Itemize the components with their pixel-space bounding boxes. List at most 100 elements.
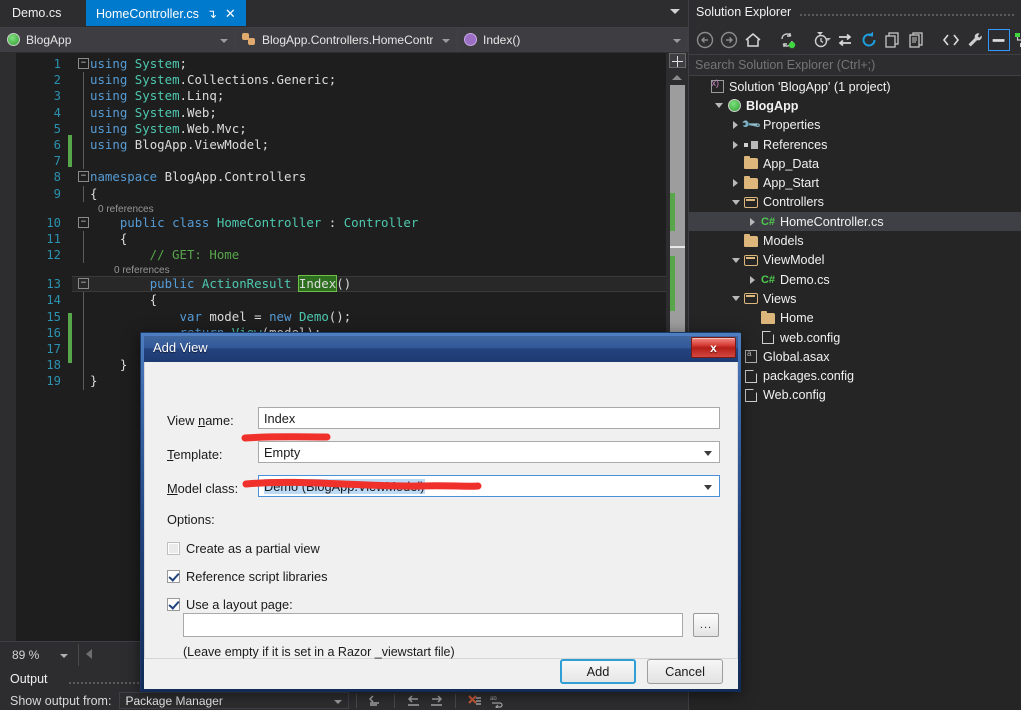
- sync-with-active-document-icon[interactable]: [776, 29, 798, 51]
- scroll-up-icon[interactable]: [672, 75, 682, 80]
- code-line[interactable]: 12 // GET: Home: [0, 247, 688, 264]
- code-line[interactable]: 11 {: [0, 230, 688, 248]
- tree-item-label: Home: [780, 311, 814, 326]
- search-input[interactable]: [695, 58, 995, 72]
- browse-layout-page-button[interactable]: ...: [693, 613, 719, 637]
- solution-explorer-search[interactable]: [689, 54, 1021, 76]
- tree-item-properties[interactable]: 🔧 Properties: [689, 114, 1021, 136]
- collapse-toggle[interactable]: [729, 296, 742, 302]
- code-line[interactable]: 7: [0, 153, 688, 170]
- switch-views-icon[interactable]: [834, 29, 856, 51]
- close-icon[interactable]: x: [691, 337, 736, 358]
- tree-item-viewmodel[interactable]: ViewModel: [689, 251, 1021, 270]
- collapse-toggle[interactable]: [712, 103, 725, 109]
- collapse-all-icon[interactable]: [882, 29, 904, 51]
- close-tab-icon[interactable]: ✕: [225, 7, 236, 20]
- collapse-toggle[interactable]: [729, 257, 742, 263]
- expand-toggle[interactable]: [729, 179, 742, 188]
- expand-toggle[interactable]: [729, 140, 742, 149]
- tab-demo-cs[interactable]: Demo.cs: [2, 0, 72, 26]
- tree-item-icon-slot: 🔧: [740, 114, 762, 136]
- tree-item-icon-slot: [742, 196, 760, 208]
- expand-toggle[interactable]: [746, 275, 759, 284]
- chevron-right-icon: [733, 179, 738, 188]
- view-code-icon[interactable]: [940, 29, 962, 51]
- code-text: namespace BlogApp.Controllers: [90, 169, 307, 185]
- tree-item-icon-slot: [725, 99, 743, 113]
- project-dropdown[interactable]: BlogApp: [0, 27, 235, 52]
- layout-page-input[interactable]: [183, 613, 683, 637]
- tree-item-home[interactable]: Home: [689, 309, 1021, 328]
- toggle-word-wrap-icon[interactable]: ab: [489, 693, 506, 710]
- tree-item-models[interactable]: Models: [689, 231, 1021, 250]
- chevron-down-icon: [220, 39, 228, 43]
- member-dropdown[interactable]: Index(): [457, 27, 688, 52]
- tree-item-blogapp[interactable]: BlogApp: [689, 96, 1021, 115]
- code-line[interactable]: 6 using BlogApp.ViewModel;: [0, 136, 688, 154]
- fold-toggle-icon[interactable]: −: [78, 278, 89, 290]
- zoom-level-dropdown[interactable]: 89 %: [8, 645, 74, 665]
- code-text: using System.Web;: [90, 104, 217, 120]
- code-line[interactable]: 9{: [0, 185, 688, 202]
- cancel-button[interactable]: Cancel: [647, 659, 723, 684]
- template-dropdown[interactable]: Empty: [258, 441, 720, 463]
- fold-toggle-icon[interactable]: −: [78, 216, 89, 228]
- line-number: 19: [46, 374, 61, 389]
- code-line[interactable]: 1 − using System;: [0, 56, 688, 72]
- pin-tab-icon[interactable]: ↴: [207, 8, 217, 20]
- code-text: {: [90, 292, 158, 308]
- preview-selected-items-icon[interactable]: [988, 29, 1010, 51]
- code-line[interactable]: 3 using System.Linq;: [0, 88, 688, 105]
- type-dropdown[interactable]: BlogApp.Controllers.HomeContr: [235, 27, 457, 52]
- code-line[interactable]: 4 using System.Web;: [0, 104, 688, 121]
- model-class-dropdown[interactable]: Demo (BlogApp.ViewModel): [258, 475, 720, 497]
- code-line[interactable]: 14 {: [0, 292, 688, 309]
- checkbox-box: [167, 542, 180, 555]
- reference-script-libraries-checkbox[interactable]: Reference script libraries: [167, 569, 328, 584]
- code-line[interactable]: 5 using System.Web.Mvc;: [0, 120, 688, 137]
- home-icon[interactable]: [742, 29, 764, 51]
- code-line[interactable]: 10 − public class HomeController : Contro…: [0, 215, 688, 231]
- output-source-dropdown[interactable]: Package Manager: [119, 692, 350, 709]
- go-to-previous-message-icon[interactable]: [405, 693, 422, 708]
- back-icon[interactable]: [694, 29, 716, 51]
- solution-hierarchy-icon[interactable]: [1012, 29, 1021, 51]
- clear-all-icon[interactable]: [367, 693, 384, 708]
- show-all-files-icon[interactable]: [906, 29, 928, 51]
- clear-pane-icon[interactable]: [466, 693, 483, 708]
- tree-item-app-start[interactable]: App_Start: [689, 173, 1021, 192]
- code-line[interactable]: 8 − namespace BlogApp.Controllers: [0, 169, 688, 185]
- properties-icon[interactable]: [964, 29, 986, 51]
- split-editor-icon[interactable]: [669, 53, 686, 68]
- dialog-titlebar[interactable]: Add View x: [144, 336, 738, 362]
- tree-item-icon-slot: [742, 233, 760, 247]
- create-as-partial-view-checkbox[interactable]: Create as a partial view: [167, 541, 320, 556]
- tree-item-solution-blogapp-1-project[interactable]: Solution 'BlogApp' (1 project): [689, 77, 1021, 96]
- fold-toggle-icon[interactable]: −: [78, 58, 89, 69]
- pending-changes-filter-icon[interactable]: [810, 29, 832, 51]
- forward-icon[interactable]: [718, 29, 740, 51]
- code-line[interactable]: 2 using System.Collections.Generic;: [0, 72, 688, 89]
- collapse-toggle[interactable]: [729, 199, 742, 205]
- tree-item-controllers[interactable]: Controllers: [689, 193, 1021, 212]
- tree-item-app-data[interactable]: App_Data: [689, 154, 1021, 173]
- code-line[interactable]: 15 var model = new Demo();: [0, 308, 688, 325]
- code-line[interactable]: 13 − public ActionResult Index(): [0, 275, 688, 293]
- go-to-next-message-icon[interactable]: [428, 693, 445, 708]
- tree-item-demo-cs[interactable]: C# Demo.cs: [689, 270, 1021, 289]
- tab-homecontroller-cs[interactable]: HomeController.cs ↴ ✕: [86, 0, 246, 26]
- tree-item-views[interactable]: Views: [689, 289, 1021, 308]
- line-number: 7: [53, 154, 61, 169]
- solution-explorer-title: Solution Explorer: [696, 5, 792, 19]
- fold-toggle-icon[interactable]: −: [78, 171, 89, 183]
- scroll-left-icon[interactable]: [86, 649, 92, 659]
- view-name-input[interactable]: Index: [258, 407, 720, 429]
- use-a-layout-page-checkbox[interactable]: Use a layout page:: [167, 597, 293, 612]
- refresh-icon[interactable]: [858, 29, 880, 51]
- expand-toggle[interactable]: [746, 217, 759, 226]
- tab-list-dropdown-icon[interactable]: [670, 9, 680, 14]
- tree-item-references[interactable]: References: [689, 135, 1021, 154]
- tree-item-homecontroller-cs[interactable]: C# HomeController.cs: [689, 212, 1021, 232]
- structure-guide: [83, 357, 84, 374]
- add-button[interactable]: Add: [560, 659, 636, 684]
